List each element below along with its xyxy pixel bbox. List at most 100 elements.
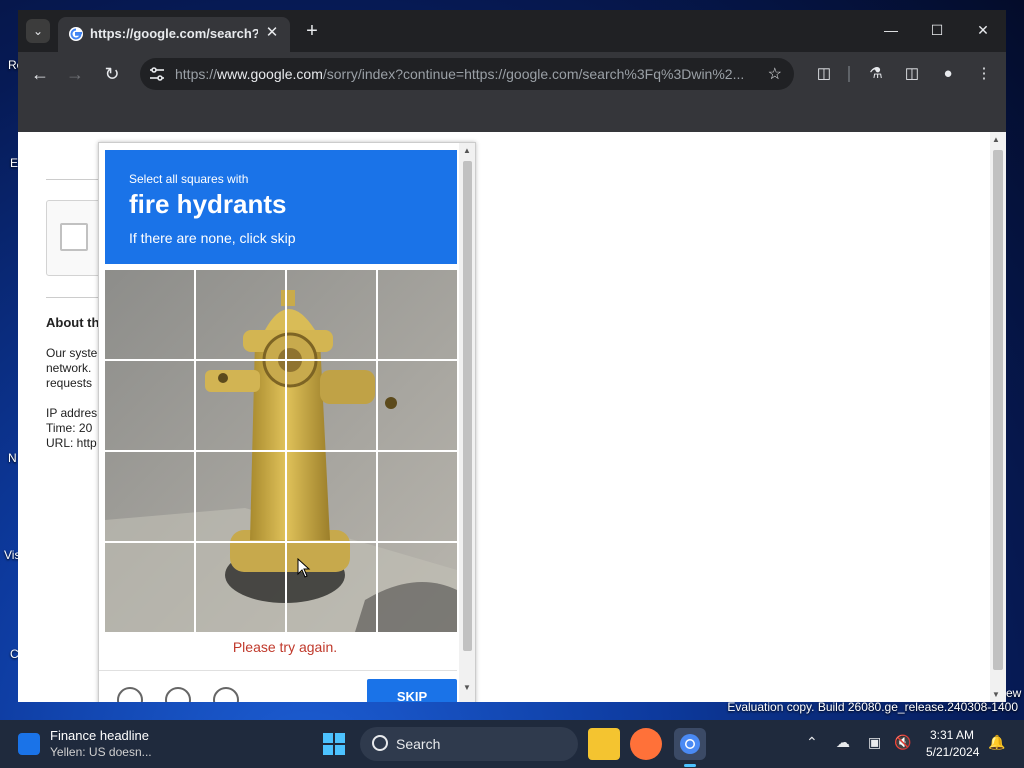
scroll-down-arrow-icon[interactable]: ▼ [463,683,471,692]
grid-tile[interactable] [369,270,457,361]
widget-subtitle[interactable]: Yellen: US doesn... [50,745,152,759]
address-bar[interactable]: https://www.google.com/sorry/index?conti… [140,58,794,90]
instruction-target: fire hydrants [129,189,287,219]
minimize-icon[interactable]: — [868,16,914,44]
labs-flask-icon[interactable]: ⚗ [864,62,888,86]
widgets-news-icon[interactable] [18,733,40,755]
bookmarks-bar [18,96,1006,132]
browser-window: ⌄ https://google.com/search?q= ✕ + — ☐ ✕… [18,10,1006,702]
grid-tile[interactable] [281,270,369,361]
close-tab-icon[interactable]: ✕ [262,23,282,43]
show-hidden-icons-chevron-icon[interactable]: ⌃ [806,734,818,751]
site-info-icon[interactable] [148,65,166,83]
grid-tile[interactable] [193,270,281,361]
tab-search-button[interactable]: ⌄ [26,19,50,43]
clock-time[interactable]: 3:31 AM [930,728,974,742]
widget-headline[interactable]: Finance headline [50,728,149,743]
grid-tile[interactable] [193,361,281,452]
grid-tile[interactable] [281,542,369,633]
scroll-down-arrow-icon[interactable]: ▼ [992,690,1000,699]
audio-challenge-icon[interactable] [165,687,191,702]
grid-tile[interactable] [281,361,369,452]
reload-icon[interactable]: ↻ [100,62,124,86]
page-scroll-thumb[interactable] [993,150,1003,670]
notification-bell-icon[interactable]: 🔔 [988,734,1005,751]
browser-toolbar: ← → ↻ https://www.google.com/sorry/index… [18,52,1006,96]
skip-button[interactable]: SKIP [367,679,457,702]
desktop-partial-label: ew [1006,686,1022,700]
taskbar: Finance headline Yellen: US doesn... Sea… [0,720,1024,768]
grid-tile[interactable] [369,361,457,452]
divider [46,297,106,298]
side-panel-icon[interactable]: ◫ [900,62,924,86]
grid-tile[interactable] [193,451,281,542]
challenge-image-grid [105,270,457,632]
desktop-icon-label[interactable]: E [10,156,18,170]
grid-tile[interactable] [369,451,457,542]
challenge-scroll-thumb[interactable] [463,161,472,651]
desktop-icon-label[interactable]: N [8,451,17,465]
page-content: About th Our syste network. requests IP … [18,132,1006,702]
page-scrollbar[interactable]: ▲ ▼ [990,132,1006,702]
instruction-text: Select all squares with [129,172,249,186]
chrome-logo-icon [680,734,700,754]
grid-tile[interactable] [193,542,281,633]
scroll-up-arrow-icon[interactable]: ▲ [463,146,471,155]
active-tab[interactable]: https://google.com/search?q= ✕ [58,17,290,52]
challenge-scrollbar[interactable]: ▲ ▼ [459,143,475,702]
windows-start-icon[interactable] [322,732,346,756]
about-text-line: network. [46,361,92,375]
grid-tile[interactable] [105,451,193,542]
search-icon [372,735,388,751]
back-arrow-icon[interactable]: ← [28,62,52,86]
url-text[interactable]: https://www.google.com/sorry/index?conti… [175,66,755,82]
scroll-up-arrow-icon[interactable]: ▲ [992,135,1000,144]
chrome-taskbar-icon[interactable] [674,728,706,760]
firefox-icon[interactable] [630,728,662,760]
time-line: Time: 20 [46,421,93,435]
recaptcha-checkbox[interactable] [60,223,88,251]
evaluation-watermark: Evaluation copy. Build 26080.ge_release.… [727,700,1018,714]
bookmark-star-icon[interactable]: ☆ [768,64,782,84]
about-text-line: Our syste [46,346,98,360]
mouse-cursor-icon [297,558,311,578]
url-line: URL: http [46,436,97,450]
grid-tile[interactable] [369,542,457,633]
volume-muted-icon[interactable]: 🔇 [894,734,911,751]
clock-date[interactable]: 5/21/2024 [926,745,979,759]
file-explorer-icon[interactable] [588,728,620,760]
grid-tile[interactable] [105,270,193,361]
network-icon[interactable]: ▣ [868,734,881,751]
grid-tile[interactable] [105,542,193,633]
taskbar-search-box[interactable]: Search [360,727,578,761]
error-message: Please try again. [232,639,338,655]
grid-tile[interactable] [281,451,369,542]
onedrive-cloud-icon[interactable]: ☁ [836,734,850,751]
new-tab-plus-icon[interactable]: + [300,20,324,44]
more-menu-icon[interactable]: ⋮ [972,62,996,86]
about-text-line: requests [46,376,93,390]
divider [46,179,106,180]
tile-grid [105,270,457,632]
ip-address-line: IP addres [46,406,98,420]
help-icon[interactable] [213,687,239,702]
grid-tile[interactable] [105,361,193,452]
url-scheme: https:// [175,66,218,82]
url-path: /sorry/index?continue=https://google.com… [322,66,745,82]
challenge-instructions: Select all squares with fire hydrants If… [105,150,457,264]
toolbar-divider [848,66,850,82]
chevron-down-icon: ⌄ [32,24,44,38]
search-label: Search [396,736,441,752]
recaptcha-challenge-frame: Select all squares with fire hydrants If… [98,142,476,702]
tab-title: https://google.com/search?q= [90,26,258,41]
google-favicon-icon [69,27,83,41]
reload-challenge-icon[interactable] [117,687,143,702]
extensions-puzzle-icon[interactable]: ◫ [812,62,836,86]
instruction-hint: If there are none, click skip [129,230,296,246]
maximize-icon[interactable]: ☐ [914,16,960,44]
forward-arrow-icon[interactable]: → [63,62,87,86]
profile-icon[interactable]: ● [936,62,960,86]
active-app-indicator [684,764,696,767]
close-window-icon[interactable]: ✕ [960,16,1006,44]
url-host: www.google.com [217,66,323,82]
